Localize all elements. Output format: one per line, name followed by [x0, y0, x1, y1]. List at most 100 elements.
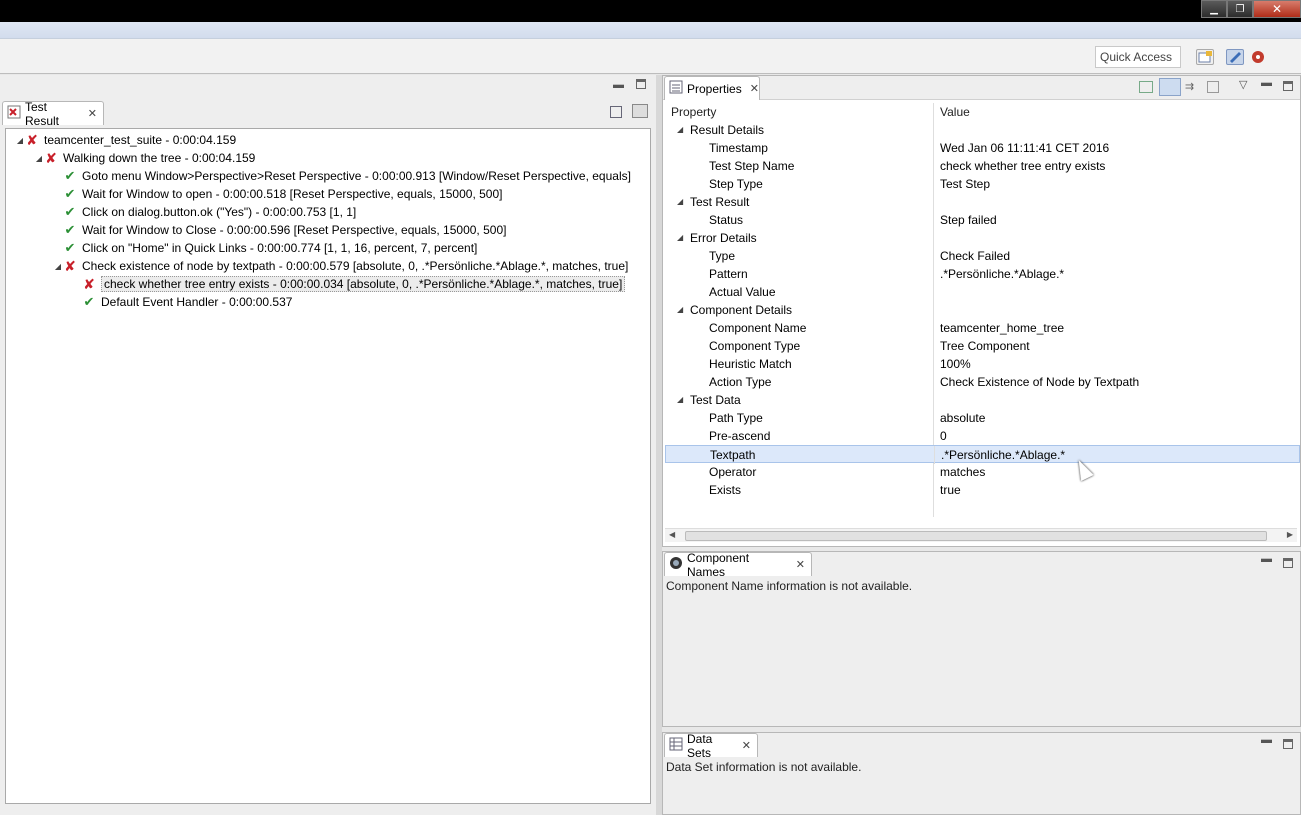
restore-defaults-icon[interactable] [1207, 81, 1219, 93]
property-value: 0 [940, 429, 947, 443]
success-check-icon: ✔ [64, 168, 76, 183]
property-row[interactable]: Action Type Check Existence of Node by Te… [665, 373, 1300, 391]
tab-properties[interactable]: Properties ✕ [664, 76, 760, 100]
tree-node[interactable]: ◢ ✘ Walking down the tree - 0:00:04.159 [34, 149, 255, 167]
property-row[interactable]: Pattern .*Persönliche.*Ablage.* [665, 265, 1300, 283]
minimize-icon[interactable]: ▬ [613, 79, 624, 91]
tree-node[interactable]: ✔ Click on "Home" in Quick Links - 0:00:0… [53, 239, 478, 257]
view-menu-icon[interactable]: ▽ [1239, 78, 1247, 91]
show-categories-icon[interactable] [1159, 78, 1181, 96]
tab-label: Data Sets [687, 731, 713, 760]
property-group-row[interactable]: ◢ Test Result [665, 193, 1300, 211]
property-row[interactable]: Status Step failed [665, 211, 1300, 229]
minimize-icon[interactable]: ▬ [1261, 553, 1272, 565]
minimize-icon[interactable]: ▬ [1261, 77, 1272, 89]
property-name: Operator [709, 465, 757, 479]
tree-node[interactable]: ✘ check whether tree entry exists - 0:00:… [72, 275, 626, 293]
collapse-triangle-icon[interactable]: ◢ [677, 233, 683, 242]
tree-node-label: Check existence of node by textpath - 0:… [82, 259, 629, 273]
view-menu-icon[interactable] [632, 104, 648, 118]
column-header-value[interactable]: Value [935, 103, 1300, 121]
property-name: Result Details [690, 123, 765, 137]
property-row[interactable]: Path Type absolute [665, 409, 1300, 427]
property-value: true [940, 483, 961, 497]
maximize-icon[interactable] [1283, 81, 1293, 91]
tree-node-label: Walking down the tree - 0:00:04.159 [63, 151, 256, 165]
close-icon[interactable]: ✕ [796, 558, 805, 571]
open-perspective-icon[interactable] [1196, 49, 1214, 65]
property-row[interactable]: Component Name teamcenter_home_tree [665, 319, 1300, 337]
restore-window-button[interactable]: ❐ [1227, 0, 1253, 18]
tab-component-names[interactable]: Component Names ✕ [664, 551, 812, 579]
scroll-right-icon[interactable]: ▶ [1287, 530, 1293, 539]
property-name-cell: ◢ Result Details [665, 121, 934, 139]
property-name: Component Details [690, 303, 793, 317]
collapse-triangle-icon[interactable]: ◢ [677, 395, 683, 404]
maximize-icon[interactable] [1283, 739, 1293, 749]
property-row[interactable]: Type Check Failed [665, 247, 1300, 265]
scrollbar-thumb[interactable] [685, 531, 1267, 541]
tree-node[interactable]: ✔ Goto menu Window>Perspective>Reset Pers… [53, 167, 631, 185]
property-value: Check Existence of Node by Textpath [940, 375, 1140, 389]
data-sets-icon [669, 737, 683, 754]
property-name: Exists [709, 483, 742, 497]
collapse-triangle-icon[interactable]: ◢ [15, 136, 25, 145]
property-row[interactable]: Pre-ascend 0 [665, 427, 1300, 445]
maximize-icon[interactable] [636, 79, 646, 89]
test-result-tree[interactable]: ◢ ✘ teamcenter_test_suite - 0:00:04.159 ◢ ✘ W… [5, 128, 651, 804]
property-row[interactable]: Operator matches [665, 463, 1300, 481]
property-row[interactable]: Component Type Tree Component [665, 337, 1300, 355]
spec-perspective-icon[interactable] [1226, 49, 1244, 65]
show-advanced-icon[interactable]: ⇉ [1185, 80, 1194, 93]
component-names-icon [669, 556, 683, 573]
collapse-triangle-icon[interactable]: ◢ [677, 197, 683, 206]
property-value: .*Persönliche.*Ablage.* [941, 448, 1066, 462]
tree-node-label: Goto menu Window>Perspective>Reset Persp… [82, 169, 631, 183]
property-row[interactable]: Test Step Name check whether tree entry e… [665, 157, 1300, 175]
tab-test-result[interactable]: Test Result ✕ [2, 100, 104, 128]
tree-node[interactable]: ✔ Wait for Window to Close - 0:00:00.596 … [53, 221, 507, 239]
property-group-row[interactable]: ◢ Test Data [665, 391, 1300, 409]
close-window-button[interactable]: ✕ [1253, 0, 1301, 18]
collapse-all-icon[interactable] [610, 106, 622, 118]
execution-perspective-icon[interactable] [1250, 49, 1268, 65]
property-row[interactable]: Heuristic Match 100% [665, 355, 1300, 373]
maximize-icon[interactable] [1283, 558, 1293, 568]
main-toolbar: Quick Access [0, 39, 1301, 74]
quick-access-input[interactable]: Quick Access [1095, 46, 1181, 68]
tab-data-sets[interactable]: Data Sets ✕ [664, 731, 758, 760]
horizontal-scrollbar[interactable]: ◀ ▶ [665, 528, 1297, 542]
tree-node[interactable]: ✔ Default Event Handler - 0:00:00.537 [72, 293, 293, 311]
property-name-cell: Step Type [665, 175, 934, 193]
properties-table[interactable]: Property Value ◢ Result Details Timestamp W… [665, 103, 1300, 517]
property-name-cell: ◢ Test Result [665, 193, 934, 211]
property-row[interactable]: Step Type Test Step [665, 175, 1300, 193]
tree-node[interactable]: ◢ ✘ teamcenter_test_suite - 0:00:04.159 [15, 131, 236, 149]
collapse-triangle-icon[interactable]: ◢ [53, 262, 63, 271]
tree-node[interactable]: ◢ ✘ Check existence of node by textpath - … [53, 257, 628, 275]
pin-view-icon[interactable] [1139, 81, 1153, 93]
property-name: Step Type [709, 177, 763, 191]
collapse-triangle-icon[interactable]: ◢ [677, 305, 683, 314]
property-row[interactable]: Actual Value [665, 283, 1300, 301]
property-group-row[interactable]: ◢ Error Details [665, 229, 1300, 247]
close-icon[interactable]: ✕ [742, 739, 751, 752]
property-name-cell: Component Name [665, 319, 934, 337]
property-row[interactable]: Textpath .*Persönliche.*Ablage.* [665, 445, 1300, 464]
properties-rows: ◢ Result Details Timestamp Wed Jan 06 11:11… [665, 121, 1300, 517]
property-group-row[interactable]: ◢ Component Details [665, 301, 1300, 319]
minimize-icon[interactable]: ▬ [1261, 734, 1272, 746]
property-group-row[interactable]: ◢ Result Details [665, 121, 1300, 139]
close-icon[interactable]: ✕ [750, 82, 759, 95]
minimize-window-button[interactable]: ▁ [1201, 0, 1227, 18]
property-row[interactable]: Exists true [665, 481, 1300, 499]
tree-node[interactable]: ✔ Wait for Window to open - 0:00:00.518 [… [53, 185, 503, 203]
property-name-cell: ◢ Component Details [665, 301, 934, 319]
collapse-triangle-icon[interactable]: ◢ [34, 154, 44, 163]
column-header-property[interactable]: Property [665, 103, 934, 121]
close-icon[interactable]: ✕ [88, 107, 97, 120]
property-row[interactable]: Timestamp Wed Jan 06 11:11:41 CET 2016 [665, 139, 1300, 157]
tree-node[interactable]: ✔ Click on dialog.button.ok ("Yes") - 0:0… [53, 203, 357, 221]
collapse-triangle-icon[interactable]: ◢ [677, 125, 683, 134]
scroll-left-icon[interactable]: ◀ [669, 530, 675, 539]
